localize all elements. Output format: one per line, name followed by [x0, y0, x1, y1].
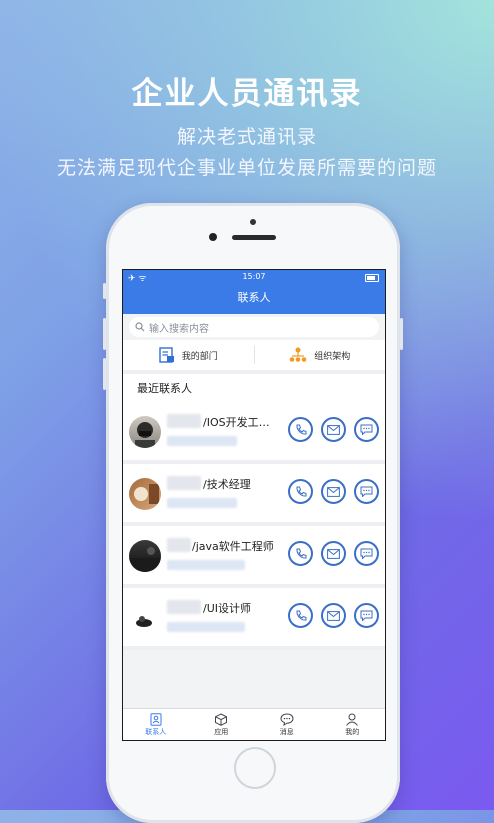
tab-apps-label: 应用	[214, 727, 229, 736]
mute-switch	[103, 283, 106, 299]
promo-headline: 企业人员通讯录	[131, 76, 363, 112]
department-icon	[159, 347, 174, 363]
tab-messages-label: 消息	[279, 727, 294, 736]
power-button	[400, 318, 403, 350]
battery-icon	[365, 274, 379, 282]
front-camera	[209, 233, 217, 241]
tab-bar: 联系人 应用 消息 我的	[123, 708, 385, 740]
phone-icon	[295, 610, 306, 621]
promo-subline-1: 解决老式通讯录	[176, 126, 317, 148]
nav-title: 联系人	[237, 291, 271, 304]
home-button[interactable]	[234, 747, 276, 789]
avatar	[129, 602, 161, 634]
proximity-sensor	[250, 219, 256, 225]
mail-icon	[327, 486, 340, 497]
promo-subline-2: 无法满足现代企事业单位发展所需要的问题	[56, 157, 437, 179]
chat-icon	[360, 610, 373, 621]
contact-actions	[288, 417, 379, 442]
message-button[interactable]	[354, 541, 379, 566]
contact-role: /IOS开发工…	[203, 416, 270, 429]
avatar	[129, 478, 161, 510]
email-button[interactable]	[321, 541, 346, 566]
tab-contacts-label: 联系人	[145, 727, 167, 736]
status-time: 15:07	[242, 272, 266, 281]
contact-actions	[288, 541, 379, 566]
org-chart-icon	[289, 347, 307, 362]
org-chart-label: 组织架构	[314, 351, 351, 362]
contacts-icon	[150, 712, 162, 726]
search-icon	[135, 322, 145, 332]
cube-icon	[215, 712, 228, 726]
person-icon	[346, 713, 359, 726]
app-screen: ✈ ᯤ 15:07 联系人 输入搜索内容 我的部门 组织架构 最近联系人 /IO…	[122, 269, 386, 741]
email-button[interactable]	[321, 603, 346, 628]
phone-icon	[295, 548, 306, 559]
contact-name-redacted	[167, 414, 201, 428]
my-department-label: 我的部门	[181, 351, 218, 362]
search-bar: 输入搜索内容	[123, 314, 385, 340]
my-department-link[interactable]: 我的部门	[123, 347, 254, 363]
mail-icon	[327, 610, 340, 621]
contact-detail-redacted	[167, 560, 245, 570]
message-button[interactable]	[354, 479, 379, 504]
tab-me-label: 我的	[345, 727, 360, 736]
phone-icon	[295, 424, 306, 435]
mail-icon	[327, 548, 340, 559]
tab-apps[interactable]: 应用	[189, 709, 255, 740]
contact-role: /java软件工程师	[192, 540, 274, 553]
contact-detail-redacted	[167, 622, 245, 632]
message-icon	[280, 712, 294, 726]
chat-icon	[360, 548, 373, 559]
contact-row[interactable]: /IOS开发工…	[123, 402, 385, 464]
avatar	[129, 540, 161, 572]
mail-icon	[327, 424, 340, 435]
phone-icon	[295, 486, 306, 497]
call-button[interactable]	[288, 541, 313, 566]
org-chart-link[interactable]: 组织架构	[255, 347, 386, 363]
message-button[interactable]	[354, 603, 379, 628]
contact-detail-redacted	[167, 436, 237, 446]
contact-role: /技术经理	[203, 478, 251, 491]
status-bar: ✈ ᯤ 15:07	[123, 270, 385, 284]
recent-contacts-title: 最近联系人	[123, 374, 385, 402]
chat-icon	[360, 486, 373, 497]
message-button[interactable]	[354, 417, 379, 442]
contact-row[interactable]: /技术经理	[123, 464, 385, 526]
contact-name-redacted	[167, 600, 201, 614]
call-button[interactable]	[288, 479, 313, 504]
earpiece-speaker	[232, 235, 276, 240]
tab-messages[interactable]: 消息	[254, 709, 320, 740]
tab-contacts[interactable]: 联系人	[123, 709, 189, 740]
search-input[interactable]: 输入搜索内容	[129, 317, 379, 337]
volume-down-button	[103, 358, 106, 390]
tab-me[interactable]: 我的	[320, 709, 386, 740]
quick-links: 我的部门 组织架构	[123, 340, 385, 374]
phone-frame: ✈ ᯤ 15:07 联系人 输入搜索内容 我的部门 组织架构 最近联系人 /IO…	[103, 203, 403, 823]
search-placeholder: 输入搜索内容	[149, 323, 209, 335]
contact-row[interactable]: /java软件工程师	[123, 526, 385, 588]
avatar	[129, 416, 161, 448]
volume-up-button	[103, 318, 106, 350]
contact-actions	[288, 603, 379, 628]
contact-detail-redacted	[167, 498, 237, 508]
nav-bar: 联系人	[123, 284, 385, 314]
contact-name-redacted	[167, 476, 201, 490]
contact-actions	[288, 479, 379, 504]
call-button[interactable]	[288, 417, 313, 442]
contact-role: /UI设计师	[203, 602, 252, 615]
chat-icon	[360, 424, 373, 435]
email-button[interactable]	[321, 479, 346, 504]
call-button[interactable]	[288, 603, 313, 628]
email-button[interactable]	[321, 417, 346, 442]
contact-row[interactable]: /UI设计师	[123, 588, 385, 650]
contact-name-redacted	[167, 538, 191, 552]
